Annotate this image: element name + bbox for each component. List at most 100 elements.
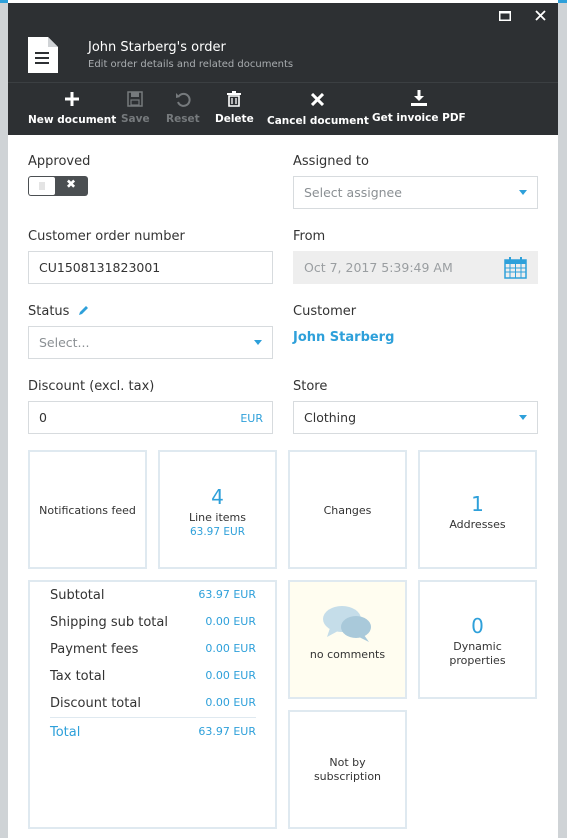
assignee-select[interactable]: Select assignee: [293, 176, 538, 209]
status-label: Status: [28, 304, 70, 319]
subscription-label-2: subscription: [313, 770, 382, 783]
line-items-tile[interactable]: 4 Line items 63.97 EUR: [158, 450, 277, 569]
pencil-icon[interactable]: [77, 304, 90, 317]
delete-button[interactable]: Delete: [215, 89, 254, 125]
subscription-tile[interactable]: Not by subscription: [288, 710, 407, 829]
assigned-to-label: Assigned to: [293, 154, 369, 169]
totals-label: Tax total: [50, 669, 106, 684]
get-invoice-pdf-label: Get invoice PDF: [372, 112, 466, 124]
totals-row-subtotal: Subtotal 63.97 EUR: [50, 588, 256, 603]
document-icon: [28, 37, 58, 73]
approved-label: Approved: [28, 154, 91, 169]
totals-row-total: Total 63.97 EUR: [50, 725, 256, 740]
toggle-off-icon: ✖: [65, 177, 76, 191]
totals-label: Shipping sub total: [50, 615, 168, 630]
reset-label: Reset: [166, 113, 200, 125]
customer-order-number-value: CU1508131823001: [39, 260, 161, 275]
chevron-down-icon: [519, 190, 527, 195]
undo-icon: [166, 91, 200, 113]
totals-label: Total: [50, 725, 81, 740]
page-subtitle: Edit order details and related documents: [88, 59, 294, 70]
chevron-down-icon: [519, 415, 527, 420]
delete-label: Delete: [215, 113, 254, 125]
download-icon: [372, 90, 466, 112]
totals-row-tax: Tax total 0.00 EUR: [50, 669, 256, 684]
cancel-document-label: Cancel document: [267, 115, 369, 127]
store-label: Store: [293, 379, 328, 394]
save-button[interactable]: Save: [121, 89, 150, 125]
totals-row-shipping: Shipping sub total 0.00 EUR: [50, 615, 256, 630]
status-placeholder: Select...: [39, 335, 90, 350]
totals-label: Payment fees: [50, 642, 139, 657]
new-document-button[interactable]: New document: [28, 89, 116, 126]
customer-order-number-label: Customer order number: [28, 229, 185, 244]
dynamic-properties-count: 0: [471, 614, 484, 638]
totals-value: 63.97 EUR: [198, 588, 256, 601]
dynamic-properties-label-2: properties: [449, 654, 506, 667]
left-border: [0, 3, 8, 838]
discount-currency: EUR: [240, 412, 263, 425]
store-value: Clothing: [304, 410, 357, 425]
status-select[interactable]: Select...: [28, 326, 273, 359]
addresses-count: 1: [471, 492, 484, 516]
discount-value: 0: [39, 410, 47, 425]
store-select[interactable]: Clothing: [293, 401, 538, 434]
get-invoice-pdf-button[interactable]: Get invoice PDF: [372, 89, 466, 124]
save-icon: [121, 91, 150, 113]
order-blade: John Starberg's order Edit order details…: [8, 0, 558, 838]
toolbar: New document Save Reset Delete Cancel do…: [8, 82, 558, 135]
discount-label: Discount (excl. tax): [28, 379, 155, 394]
line-items-total: 63.97 EUR: [189, 526, 245, 538]
addresses-tile[interactable]: 1 Addresses: [418, 450, 537, 569]
dynamic-properties-label-1: Dynamic: [453, 640, 502, 653]
from-label: From: [293, 229, 326, 244]
totals-value: 0.00 EUR: [205, 615, 256, 628]
blade-header: John Starberg's order Edit order details…: [8, 28, 558, 82]
toggle-knob: [29, 177, 55, 195]
totals-label: Subtotal: [50, 588, 105, 603]
maximize-icon[interactable]: [494, 6, 516, 26]
dynamic-properties-tile[interactable]: 0 Dynamic properties: [418, 580, 537, 699]
page-title: John Starberg's order: [88, 40, 226, 55]
comments-label: no comments: [309, 648, 386, 661]
comments-tile[interactable]: no comments: [288, 580, 407, 699]
right-border: [558, 3, 567, 838]
reset-button[interactable]: Reset: [166, 89, 200, 125]
from-date-field: Oct 7, 2017 5:39:49 AM: [293, 251, 538, 284]
save-label: Save: [121, 113, 150, 125]
approved-toggle[interactable]: ✖: [28, 176, 88, 196]
chevron-down-icon: [254, 340, 262, 345]
customer-link[interactable]: John Starberg: [293, 330, 394, 345]
assignee-placeholder: Select assignee: [304, 185, 402, 200]
customer-order-number-field[interactable]: CU1508131823001: [28, 251, 273, 284]
line-items-count: 4: [211, 485, 224, 509]
close-icon[interactable]: [529, 6, 551, 26]
addresses-label: Addresses: [449, 518, 506, 531]
discount-field[interactable]: 0 EUR: [28, 401, 273, 434]
totals-value: 0.00 EUR: [205, 669, 256, 682]
totals-row-payment: Payment fees 0.00 EUR: [50, 642, 256, 657]
new-document-label: New document: [28, 114, 117, 126]
from-date-value: Oct 7, 2017 5:39:49 AM: [304, 260, 453, 275]
trash-icon: [215, 91, 254, 113]
totals-divider: [50, 717, 256, 718]
comments-icon: [322, 606, 371, 642]
totals-value: 0.00 EUR: [205, 696, 256, 709]
x-icon: [267, 93, 369, 115]
notifications-tile[interactable]: Notifications feed: [28, 450, 147, 569]
changes-label: Changes: [323, 504, 372, 517]
totals-value: 0.00 EUR: [205, 642, 256, 655]
plus-icon: [28, 92, 116, 114]
cancel-document-button[interactable]: Cancel document: [267, 89, 369, 127]
line-items-label: Line items: [188, 511, 246, 524]
subscription-label-1: Not by: [329, 756, 366, 769]
window-bar: [8, 3, 558, 28]
notifications-label: Notifications feed: [39, 504, 136, 517]
customer-label: Customer: [293, 304, 357, 319]
calendar-icon[interactable]: [504, 257, 527, 279]
totals-label: Discount total: [50, 696, 141, 711]
totals-value: 63.97 EUR: [198, 725, 256, 738]
totals-row-discount: Discount total 0.00 EUR: [50, 696, 256, 711]
totals-panel[interactable]: Subtotal 63.97 EUR Shipping sub total 0.…: [28, 580, 277, 829]
changes-tile[interactable]: Changes: [288, 450, 407, 569]
